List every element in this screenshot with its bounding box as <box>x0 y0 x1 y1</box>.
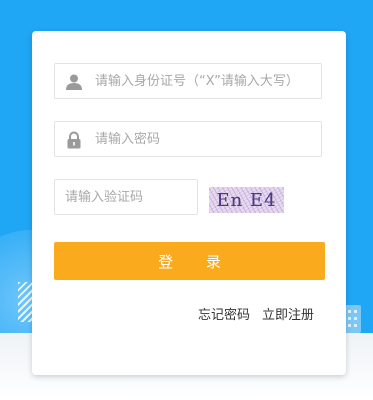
login-card: En E4 登 录 忘记密码立即注册 <box>32 31 346 375</box>
captcha-text: En E4 <box>216 189 277 211</box>
lock-icon <box>64 130 84 150</box>
register-link[interactable]: 立即注册 <box>262 308 314 323</box>
footer-links: 忘记密码 立即注册 <box>198 304 314 323</box>
captcha-field[interactable] <box>54 179 198 215</box>
login-button[interactable]: 登 录 <box>54 242 325 280</box>
forgot-password-link[interactable]: 忘记密码 <box>198 308 250 323</box>
captcha-image[interactable]: En E4 <box>209 187 284 213</box>
user-icon <box>64 72 84 92</box>
password-field[interactable] <box>54 121 322 157</box>
password-input[interactable] <box>95 122 315 156</box>
captcha-input[interactable] <box>65 180 191 214</box>
building-icon <box>345 305 361 333</box>
id-number-input[interactable] <box>95 64 315 98</box>
id-number-field[interactable] <box>54 63 322 99</box>
